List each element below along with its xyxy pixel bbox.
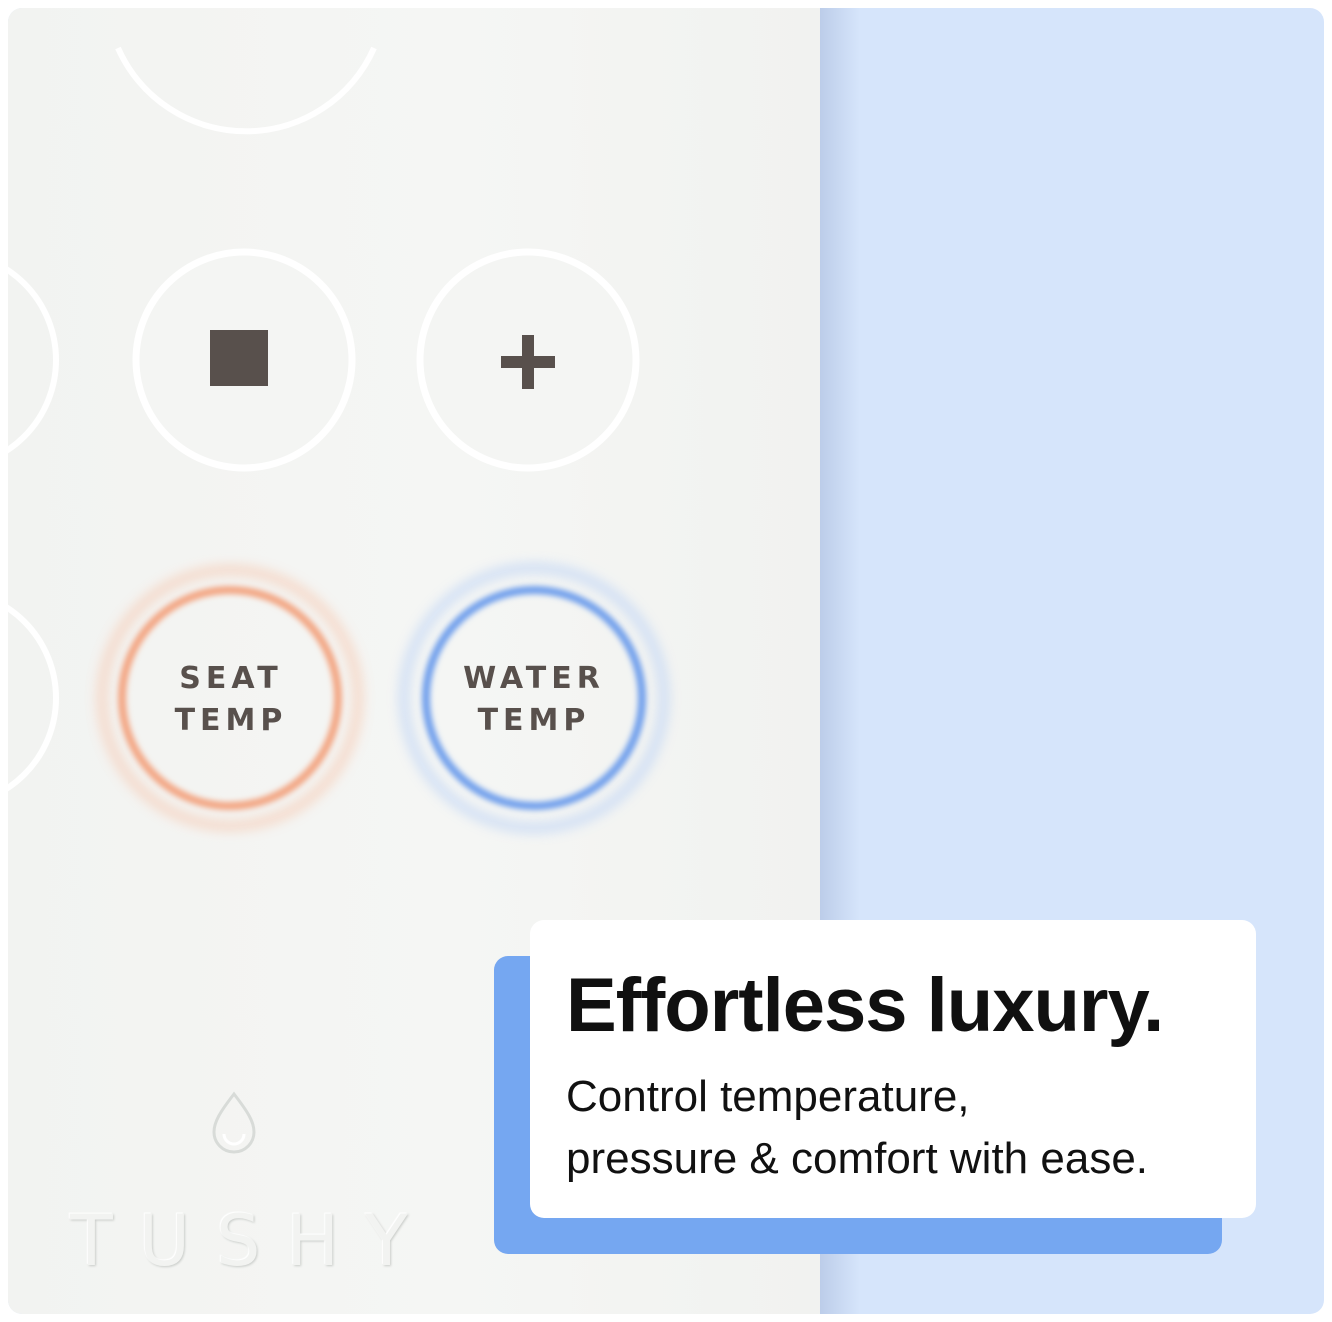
plus-button[interactable] bbox=[416, 248, 640, 472]
card-headline: Effortless luxury. bbox=[566, 963, 1164, 1048]
feature-card: Effortless luxury. Control temperature, … bbox=[530, 920, 1256, 1218]
left-button-ring-1 bbox=[8, 266, 59, 454]
brand-wordmark: TUSHY bbox=[70, 1200, 434, 1282]
top-button-ring bbox=[115, 46, 377, 135]
seat-temp-label: SEAT TEMP bbox=[174, 661, 288, 738]
product-image-frame: SEAT TEMP WATER TEMP TUSHY Effortless lu… bbox=[8, 8, 1324, 1314]
water-drop-logo-icon bbox=[212, 1091, 256, 1154]
left-button-ring-2 bbox=[8, 604, 59, 792]
stop-button[interactable] bbox=[132, 248, 356, 472]
card-subline: Control temperature, pressure & comfort … bbox=[566, 1072, 1149, 1183]
water-temp-label: WATER TEMP bbox=[463, 661, 605, 738]
stop-square-icon bbox=[210, 330, 268, 386]
